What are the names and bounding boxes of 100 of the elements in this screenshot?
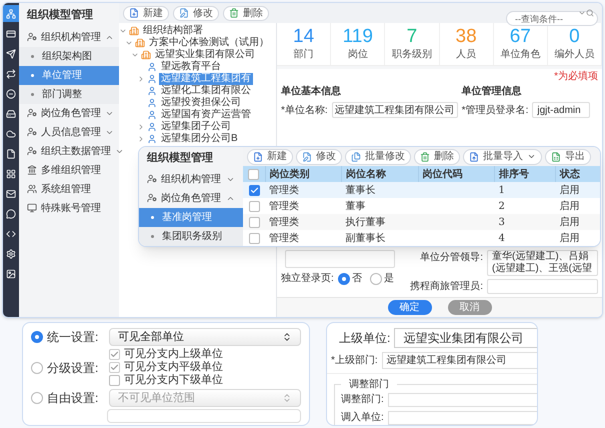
stat-label: 单位角色: [500, 48, 540, 62]
toolbar-button[interactable]: 修改: [173, 6, 219, 20]
table-cell: 董事: [342, 198, 418, 214]
input-field[interactable]: [388, 410, 537, 424]
input-field[interactable]: 远望建筑工程集团有限公司: [332, 102, 458, 118]
field-label: *管理员登录名:: [462, 104, 528, 118]
input-field[interactable]: 童华(远望建工)、吕娟(远望建工)、王强(远望: [487, 250, 598, 276]
table-cell: 启用: [555, 230, 600, 246]
section-heading: 单位基本信息: [281, 84, 342, 99]
toolbar-button[interactable]: 批量导入: [463, 148, 542, 164]
user-gear-icon: [147, 193, 157, 203]
tree-item[interactable]: 望远教育平台: [159, 61, 223, 73]
section-heading: 单位管理信息: [462, 84, 523, 99]
bank-icon: [27, 165, 37, 175]
tree-item[interactable]: 远望化工集团有限公: [159, 85, 253, 97]
chevron-right-icon[interactable]: [137, 75, 145, 83]
up-down-arrows-icon: [282, 393, 292, 403]
tree-item[interactable]: 远望集团子公司: [159, 121, 233, 133]
sidebar-item[interactable]: 特殊账号管理: [19, 198, 119, 218]
tree-item[interactable]: 远望国有资产运营管: [159, 109, 253, 121]
sidebar-item[interactable]: 集团职务级别: [139, 226, 243, 246]
checkbox[interactable]: [248, 168, 260, 180]
sidebar-item[interactable]: 组织架构图: [19, 46, 119, 66]
chevron-down-icon[interactable]: [131, 51, 139, 59]
building-icon: [141, 50, 151, 60]
table-cell: 管理类: [265, 182, 342, 198]
confirm-button[interactable]: 确定: [388, 300, 432, 315]
tree-item[interactable]: 远望实业集团有限公司: [153, 49, 257, 61]
input-field[interactable]: jgjt-admin: [532, 102, 590, 118]
spreadsheet-icon: [551, 152, 561, 162]
table-row[interactable]: 管理类 副董事长 4 启用: [243, 230, 600, 246]
checkbox[interactable]: [109, 375, 120, 386]
toolbar-button[interactable]: 新建: [123, 6, 169, 20]
sidebar-item[interactable]: 组织机构管理: [139, 170, 243, 188]
field-label: 携程商旅管理员:: [409, 280, 483, 294]
radio-button[interactable]: [31, 362, 43, 374]
trash-icon: [229, 8, 239, 18]
input-field[interactable]: [107, 409, 301, 423]
chevron-down-icon[interactable]: [125, 39, 133, 47]
checkbox[interactable]: [248, 216, 260, 228]
sidebar-item[interactable]: 组织主数据管理: [19, 142, 119, 160]
toolbar-button[interactable]: 导出: [545, 148, 591, 164]
table-row[interactable]: 管理类 董事 2 启用: [243, 198, 600, 214]
toolbar-button[interactable]: 新建: [247, 148, 293, 164]
checkbox[interactable]: [109, 349, 120, 360]
checkbox[interactable]: [248, 184, 260, 196]
toolbar-button[interactable]: 删除: [223, 6, 269, 20]
sidebar-item[interactable]: 人员信息管理: [19, 122, 119, 142]
input-field[interactable]: 远望实业集团有限公司: [394, 328, 537, 348]
user-gear-icon: [27, 108, 37, 118]
tree-item[interactable]: 远望集团分公司B: [159, 133, 240, 145]
checkbox[interactable]: [109, 362, 120, 373]
chevron-right-icon[interactable]: [137, 135, 145, 143]
search-icon: [586, 8, 594, 16]
bullet-icon: [31, 92, 34, 96]
option-label: 统一设置:: [47, 329, 100, 346]
table-cell: 管理类: [265, 230, 342, 246]
select-field[interactable]: 可见全部单位: [109, 328, 301, 346]
radio-button[interactable]: [370, 272, 382, 284]
bullet-icon: [151, 234, 154, 238]
user-gear-icon: [27, 127, 37, 137]
sidebar-title: 组织模型管理: [146, 150, 214, 166]
tree-item[interactable]: 远望投资担保公司: [159, 97, 243, 109]
caret-icon: [527, 152, 536, 161]
stat-label: 部门: [294, 48, 314, 62]
checkbox[interactable]: [248, 200, 260, 212]
table-cell: 启用: [555, 182, 600, 198]
sidebar-item[interactable]: 组织机构管理: [19, 28, 119, 46]
stat-label: 职务级别: [392, 48, 432, 62]
trash-icon: [420, 152, 430, 162]
sidebar-item[interactable]: 部门调整: [19, 84, 119, 104]
toolbar-button[interactable]: 修改: [296, 148, 342, 164]
toolbar-button[interactable]: 删除: [414, 148, 460, 164]
sidebar-item[interactable]: 系统组管理: [19, 180, 119, 198]
table-cell: 管理类: [265, 198, 342, 214]
table-cell: 副董事长: [342, 230, 418, 246]
table-row[interactable]: 管理类 执行董事 3 启用: [243, 214, 600, 230]
chevron-down-icon[interactable]: [119, 27, 127, 35]
sidebar-item[interactable]: 多维组织管理: [19, 160, 119, 180]
input-field[interactable]: 远望建筑工程集团有限公司: [382, 352, 537, 369]
sidebar-title: 组织模型管理: [26, 8, 94, 23]
checkbox[interactable]: [248, 232, 260, 244]
query-field[interactable]: --查询条件--: [506, 11, 598, 26]
table-cell: 董事长: [342, 182, 418, 198]
table-row[interactable]: 管理类 董事长 1 启用: [243, 182, 600, 198]
radio-button[interactable]: [31, 331, 43, 343]
building-icon: [135, 38, 145, 48]
chevron-right-icon[interactable]: [137, 123, 145, 131]
stat-value: 119: [342, 26, 373, 47]
input-field[interactable]: [388, 392, 537, 406]
toolbar-button[interactable]: 批量修改: [345, 148, 411, 164]
input-field[interactable]: [487, 279, 598, 294]
checkbox-label: 可见分支内上级单位: [124, 348, 223, 361]
tree-item[interactable]: 方案中心体验测试（试用）: [147, 37, 271, 49]
envelope-icon: [6, 188, 16, 198]
sidebar-item[interactable]: 岗位角色管理: [139, 188, 243, 208]
radio-button[interactable]: [338, 272, 350, 284]
sidebar-item[interactable]: 岗位角色管理: [19, 104, 119, 122]
tree-item[interactable]: 组织结构部署: [141, 25, 205, 37]
required-note: *为必填项: [554, 70, 598, 84]
